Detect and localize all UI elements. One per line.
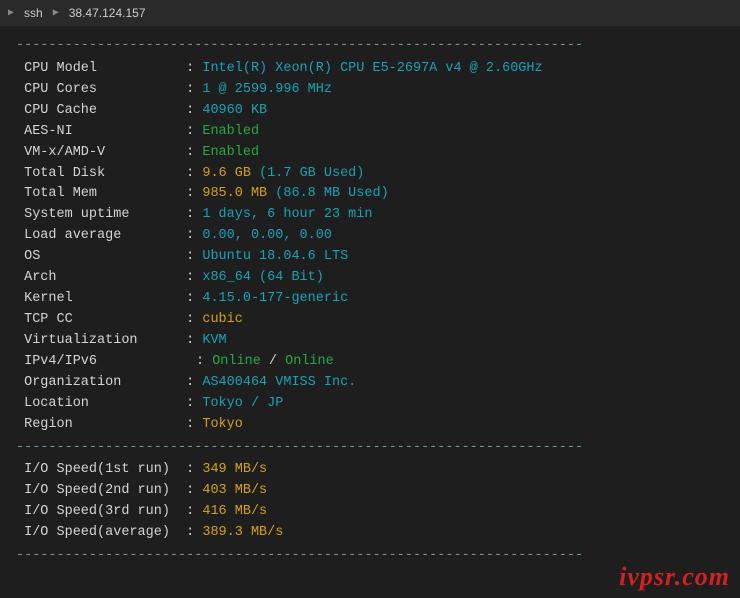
- info-value: Intel(R) Xeon(R) CPU E5-2697A v4 @ 2.60G…: [202, 59, 542, 80]
- info-label: I/O Speed(2nd run): [16, 481, 186, 502]
- watermark: ivpsr.com: [619, 562, 730, 592]
- info-label: Organization: [16, 373, 186, 394]
- info-value: 1 days, 6 hour 23 min: [202, 205, 372, 226]
- info-value: 985.0 MB: [202, 184, 267, 205]
- info-row: TCP CC : cubic: [16, 310, 724, 331]
- header-host: 38.47.124.157: [69, 6, 146, 20]
- info-row: System uptime : 1 days, 6 hour 23 min: [16, 205, 724, 226]
- info-label: I/O Speed(3rd run): [16, 502, 186, 523]
- info-row: Load average : 0.00, 0.00, 0.00: [16, 226, 724, 247]
- info-label: Location: [16, 394, 186, 415]
- divider: ----------------------------------------…: [16, 36, 724, 57]
- info-label: OS: [16, 247, 186, 268]
- info-row: Total Disk : 9.6 GB (1.7 GB Used): [16, 164, 724, 185]
- info-value: 40960 KB: [202, 101, 267, 122]
- info-value: 1 @ 2599.996 MHz: [202, 80, 332, 101]
- info-label: IPv4/IPv6: [16, 352, 196, 373]
- divider: ----------------------------------------…: [16, 546, 724, 567]
- info-value: 4.15.0-177-generic: [202, 289, 348, 310]
- terminal-header: ▶ ssh ▶ 38.47.124.157: [0, 0, 740, 26]
- info-value: cubic: [202, 310, 243, 331]
- info-value: Ubuntu 18.04.6 LTS: [202, 247, 348, 268]
- info-value: 9.6 GB: [202, 164, 251, 185]
- info-value: 0.00, 0.00, 0.00: [202, 226, 332, 247]
- info-row: Location : Tokyo / JP: [16, 394, 724, 415]
- info-label: CPU Cores: [16, 80, 186, 101]
- ipv4-status: Online: [212, 352, 261, 373]
- info-label: Total Mem: [16, 184, 186, 205]
- terminal-output: ----------------------------------------…: [0, 26, 740, 577]
- info-label: Kernel: [16, 289, 186, 310]
- info-row: Virtualization : KVM: [16, 331, 724, 352]
- info-label: System uptime: [16, 205, 186, 226]
- info-label: I/O Speed(average): [16, 523, 186, 544]
- info-value: Tokyo: [202, 415, 243, 436]
- info-value: 389.3 MB/s: [202, 523, 283, 544]
- info-label: Virtualization: [16, 331, 186, 352]
- info-row: I/O Speed(1st run) : 349 MB/s: [16, 460, 724, 481]
- info-row: Region : Tokyo: [16, 415, 724, 436]
- header-ssh-label: ssh: [24, 6, 43, 20]
- ipv6-status: Online: [285, 352, 334, 373]
- info-row: Total Mem : 985.0 MB (86.8 MB Used): [16, 184, 724, 205]
- info-row: Arch : x86_64 (64 Bit): [16, 268, 724, 289]
- info-value: Tokyo / JP: [202, 394, 283, 415]
- info-label: CPU Model: [16, 59, 186, 80]
- info-label: VM-x/AMD-V: [16, 143, 186, 164]
- info-label: TCP CC: [16, 310, 186, 331]
- info-label: Arch: [16, 268, 186, 289]
- info-row: AES-NI : Enabled: [16, 122, 724, 143]
- info-label: AES-NI: [16, 122, 186, 143]
- info-value: AS400464 VMISS Inc.: [202, 373, 356, 394]
- info-row: I/O Speed(average) : 389.3 MB/s: [16, 523, 724, 544]
- ipv-sep: /: [261, 352, 285, 373]
- divider: ----------------------------------------…: [16, 438, 724, 459]
- info-value: Enabled: [202, 122, 259, 143]
- system-info-block-2: Organization : AS400464 VMISS Inc. Locat…: [16, 373, 724, 436]
- info-row: Kernel : 4.15.0-177-generic: [16, 289, 724, 310]
- io-speed-block: I/O Speed(1st run) : 349 MB/s I/O Speed(…: [16, 460, 724, 544]
- info-row: CPU Cores : 1 @ 2599.996 MHz: [16, 80, 724, 101]
- info-row: I/O Speed(2nd run) : 403 MB/s: [16, 481, 724, 502]
- info-suffix: (1.7 GB Used): [259, 164, 364, 185]
- info-row: OS : Ubuntu 18.04.6 LTS: [16, 247, 724, 268]
- info-value: 403 MB/s: [202, 481, 267, 502]
- info-value: 416 MB/s: [202, 502, 267, 523]
- info-value: KVM: [202, 331, 226, 352]
- info-label: Total Disk: [16, 164, 186, 185]
- info-label: CPU Cache: [16, 101, 186, 122]
- info-value: Enabled: [202, 143, 259, 164]
- info-row: CPU Cache : 40960 KB: [16, 101, 724, 122]
- info-value: 349 MB/s: [202, 460, 267, 481]
- info-suffix: (86.8 MB Used): [275, 184, 388, 205]
- info-value: x86_64 (64 Bit): [202, 268, 324, 289]
- arrow-icon: ▶: [8, 7, 14, 19]
- info-row: I/O Speed(3rd run) : 416 MB/s: [16, 502, 724, 523]
- info-row: CPU Model : Intel(R) Xeon(R) CPU E5-2697…: [16, 59, 724, 80]
- arrow-icon: ▶: [53, 7, 59, 19]
- info-label: Load average: [16, 226, 186, 247]
- info-row-ipv: IPv4/IPv6 : Online / Online: [16, 352, 724, 373]
- info-row: VM-x/AMD-V : Enabled: [16, 143, 724, 164]
- info-label: I/O Speed(1st run): [16, 460, 186, 481]
- info-row: Organization : AS400464 VMISS Inc.: [16, 373, 724, 394]
- system-info-block: CPU Model : Intel(R) Xeon(R) CPU E5-2697…: [16, 59, 724, 352]
- info-label: Region: [16, 415, 186, 436]
